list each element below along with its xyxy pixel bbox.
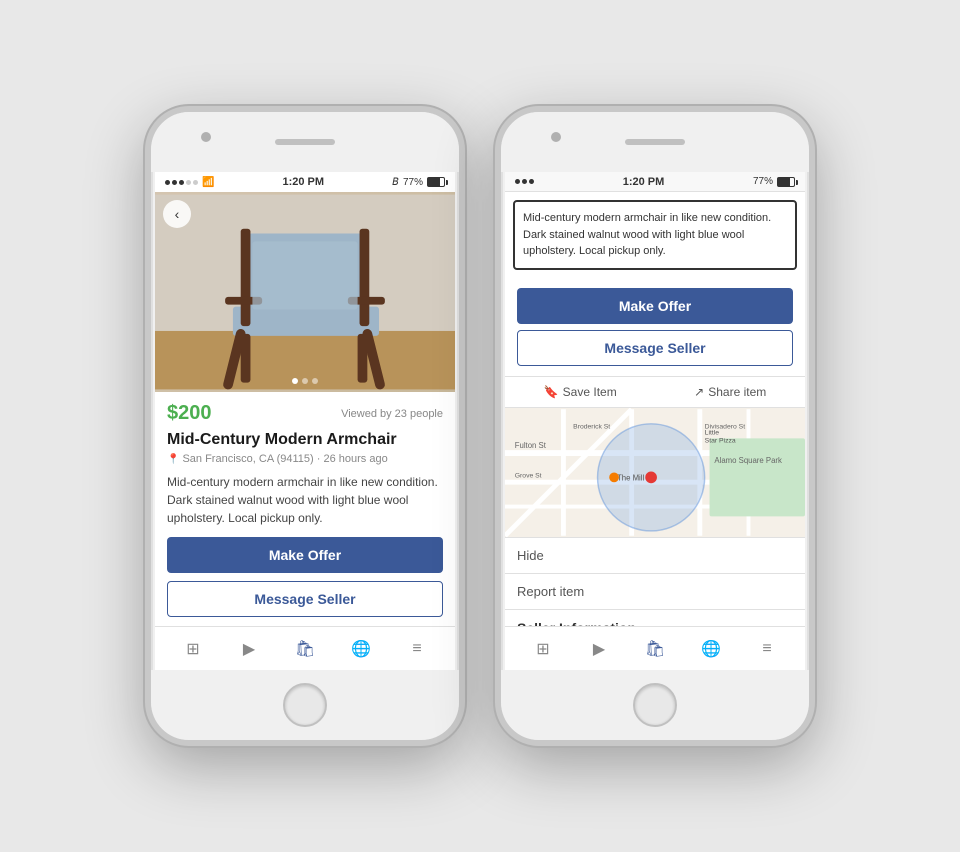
screen-content-2[interactable]: Mid-century modern armchair in like new … xyxy=(505,192,805,626)
time-1: 1:20 PM xyxy=(282,176,324,188)
battery-2: 77% xyxy=(753,176,773,187)
save-item-button[interactable]: 🔖 Save Item xyxy=(544,385,617,399)
phone-top-2 xyxy=(501,112,809,172)
nav-icon-grid-1[interactable]: ⊞ xyxy=(181,637,205,661)
speaker-2 xyxy=(625,139,685,145)
time-2: 1:20 PM xyxy=(623,176,665,188)
bookmark-icon: 🔖 xyxy=(544,385,559,399)
phone-top-1 xyxy=(151,112,459,172)
phone-bottom-2 xyxy=(501,670,809,740)
price: $200 xyxy=(167,402,212,425)
image-dots xyxy=(292,378,318,384)
action-buttons: Make Offer Message Seller xyxy=(505,278,805,377)
nav-icon-play-2[interactable]: ▶ xyxy=(587,637,611,661)
report-label: Report item xyxy=(517,584,584,599)
camera-2 xyxy=(551,132,561,142)
svg-text:Star Pizza: Star Pizza xyxy=(705,437,736,444)
map-container[interactable]: Fulton St Grove St Broderick St Divisade… xyxy=(505,408,805,538)
status-bar-1: 📶 1:20 PM 𝘉 77% xyxy=(155,172,455,192)
svg-text:The Mill: The Mill xyxy=(617,473,645,482)
status-bar-2: 1:20 PM 77% xyxy=(505,172,805,192)
nav-icon-menu-2[interactable]: ≡ xyxy=(755,637,779,661)
hide-label: Hide xyxy=(517,548,544,563)
make-offer-button-2[interactable]: Make Offer xyxy=(517,288,793,324)
nav-icon-shop-2[interactable]: 🛍 xyxy=(643,637,667,661)
wifi-icon-1: 📶 xyxy=(202,177,214,188)
listing-content: $200 Viewed by 23 people Mid-Century Mod… xyxy=(155,392,455,626)
product-image: ‹ xyxy=(155,192,455,392)
viewed-by: Viewed by 23 people xyxy=(341,408,443,420)
item-title: Mid-Century Modern Armchair xyxy=(167,431,443,449)
back-button-1[interactable]: ‹ xyxy=(163,200,191,228)
message-seller-button-1[interactable]: Message Seller xyxy=(167,581,443,617)
nav-icon-play-1[interactable]: ▶ xyxy=(237,637,261,661)
location-pin-icon: 📍 xyxy=(167,454,179,465)
share-icon: ↗ xyxy=(694,385,704,399)
item-description-1: Mid-century modern armchair in like new … xyxy=(167,473,443,527)
nav-icon-menu-1[interactable]: ≡ xyxy=(405,637,429,661)
report-row[interactable]: Report item xyxy=(505,574,805,610)
nav-icon-globe-2[interactable]: 🌐 xyxy=(699,637,723,661)
bluetooth-icon-1: 𝘉 xyxy=(392,177,399,188)
svg-text:Fulton St: Fulton St xyxy=(515,441,547,450)
save-item-label: Save Item xyxy=(563,385,617,399)
phone-bottom-1 xyxy=(151,670,459,740)
camera-1 xyxy=(201,132,211,142)
location-text: San Francisco, CA (94115) · 26 hours ago xyxy=(182,453,387,465)
svg-text:Alamo Square Park: Alamo Square Park xyxy=(714,455,782,464)
screen-2: 1:20 PM 77% Mid-century modern armchair … xyxy=(505,172,805,670)
nav-icon-grid-2[interactable]: ⊞ xyxy=(531,637,555,661)
svg-text:Broderick St: Broderick St xyxy=(573,423,610,430)
nav-icon-shop-1[interactable]: 🛍 xyxy=(293,637,317,661)
home-button-1[interactable] xyxy=(283,683,327,727)
home-button-2[interactable] xyxy=(633,683,677,727)
phone-2: 1:20 PM 77% Mid-century modern armchair … xyxy=(495,106,815,746)
share-item-label: Share item xyxy=(708,385,766,399)
make-offer-button-1[interactable]: Make Offer xyxy=(167,537,443,573)
bottom-nav-1: ⊞ ▶ 🛍 🌐 ≡ xyxy=(155,626,455,670)
nav-icon-globe-1[interactable]: 🌐 xyxy=(349,637,373,661)
detail-description: Mid-century modern armchair in like new … xyxy=(513,200,797,270)
phone-1: 📶 1:20 PM 𝘉 77% xyxy=(145,106,465,746)
battery-percent-1: 77% xyxy=(403,177,423,188)
svg-text:Grove St: Grove St xyxy=(515,472,542,479)
price-row: $200 Viewed by 23 people xyxy=(167,402,443,425)
message-seller-button-2[interactable]: Message Seller xyxy=(517,330,793,366)
bottom-nav-2: ⊞ ▶ 🛍 🌐 ≡ xyxy=(505,626,805,670)
screen-1: 📶 1:20 PM 𝘉 77% xyxy=(155,172,455,670)
save-share-row: 🔖 Save Item ↗ Share item xyxy=(505,377,805,408)
share-item-button[interactable]: ↗ Share item xyxy=(694,385,766,399)
seller-info-section: Seller Information xyxy=(505,610,805,627)
item-location: 📍 San Francisco, CA (94115) · 26 hours a… xyxy=(167,453,443,465)
screen-content-1[interactable]: ‹ $200 Viewed by 23 people Mid-Century M… xyxy=(155,192,455,626)
speaker-1 xyxy=(275,139,335,145)
hide-row[interactable]: Hide xyxy=(505,538,805,574)
svg-text:Little: Little xyxy=(705,429,720,436)
